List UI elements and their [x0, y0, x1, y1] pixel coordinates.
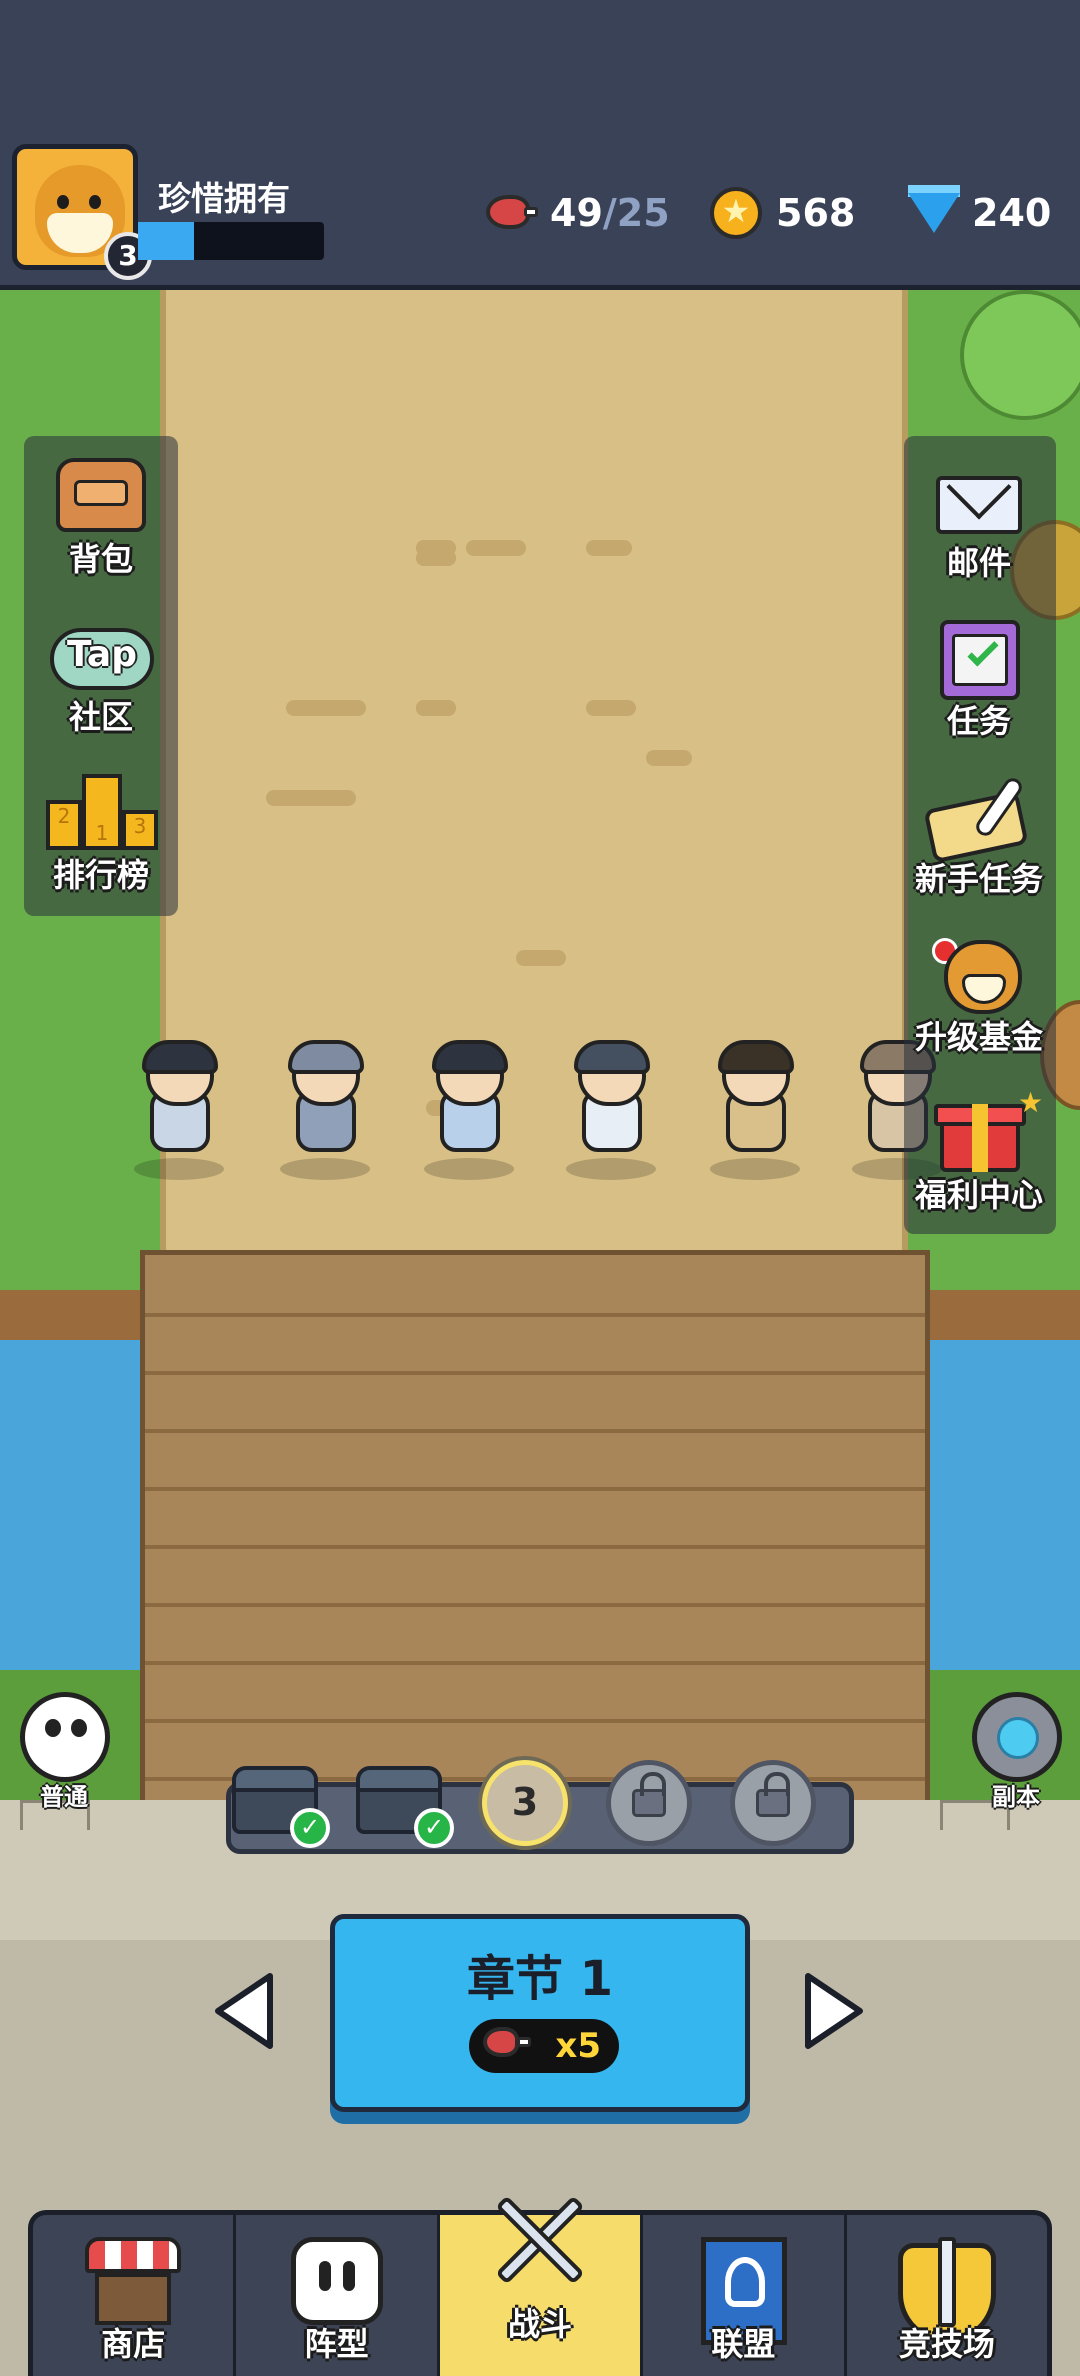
coin-amount: 568	[776, 191, 856, 235]
beginner-task-label: 新手任务	[914, 860, 1043, 898]
wooden-bridge	[140, 1250, 930, 1830]
nav-tab-shop[interactable]: 商店	[33, 2215, 237, 2376]
community-button[interactable]: Tap 社区	[26, 594, 176, 744]
scroll-quill-icon	[904, 760, 1054, 864]
meat-icon	[483, 2027, 519, 2057]
bottom-navigation: 商店 阵型 战斗 联盟 竞技场	[28, 2195, 1052, 2376]
player-name: 珍惜拥有	[158, 179, 290, 218]
hero-swordsman[interactable]	[120, 1040, 240, 1180]
lock-icon	[632, 1772, 666, 1817]
upgrade-fund-label: 升级基金	[914, 1018, 1043, 1056]
road-mark	[586, 700, 636, 716]
nav-tab-arena[interactable]: 竞技场	[847, 2215, 1047, 2376]
nav-label-formation: 阵型	[304, 2325, 369, 2363]
top-header: 3 珍惜拥有 49 /25 ★ 568 240	[0, 0, 1080, 290]
stamina-counter[interactable]: 49 /25	[482, 180, 670, 246]
gift-box-icon: ★	[904, 1076, 1054, 1172]
checkmark-icon: ✓	[414, 1808, 454, 1848]
mail-icon	[904, 444, 1054, 540]
chapter-start-button[interactable]: 章节 1 x5	[330, 1914, 750, 2112]
task-clipboard-icon	[904, 602, 1054, 700]
stone-portal-icon	[972, 1692, 1062, 1782]
hero-gunner[interactable]	[696, 1040, 816, 1180]
chapter-title: 章节 1	[466, 1951, 614, 2007]
checkmark-icon: ✓	[290, 1808, 330, 1848]
player-xp-fill	[138, 222, 194, 260]
leaderboard-button[interactable]: 2 1 3 排行榜	[26, 752, 176, 902]
next-chapter-arrow-icon[interactable]	[802, 1970, 866, 2052]
stamina-max: /25	[602, 191, 670, 235]
gem-amount: 240	[972, 191, 1052, 235]
tap-community-icon: Tap	[26, 598, 176, 694]
mail-label: 邮件	[946, 544, 1011, 582]
beginner-task-button[interactable]: 新手任务	[904, 756, 1054, 906]
leaderboard-label: 排行榜	[52, 856, 149, 894]
hero-shield-guard[interactable]	[410, 1040, 530, 1180]
normal-mode-button[interactable]: 普通	[14, 1692, 114, 1812]
task-button[interactable]: 任务	[904, 598, 1054, 748]
backpack-icon	[26, 440, 176, 536]
welfare-center-label: 福利中心	[914, 1176, 1043, 1214]
gem-counter[interactable]: 240	[904, 180, 1051, 246]
nav-label-arena: 竞技场	[898, 2325, 995, 2363]
task-label: 任务	[946, 702, 1011, 740]
hero-mage[interactable]	[552, 1040, 672, 1180]
stamina-current: 49	[550, 191, 603, 235]
shop-icon	[85, 2237, 182, 2327]
nav-tab-battle[interactable]: 战斗	[439, 2195, 644, 2376]
normal-mode-label: 普通	[40, 1783, 88, 1811]
stage-node-locked[interactable]	[606, 1760, 692, 1846]
nav-label-battle: 战斗	[508, 2305, 573, 2343]
nav-tab-formation[interactable]: 阵型	[236, 2215, 440, 2376]
road-mark	[286, 700, 366, 716]
coin-icon: ★	[708, 185, 764, 241]
avatar-eye-right	[89, 195, 101, 209]
coin-counter[interactable]: ★ 568	[708, 180, 855, 246]
tree-icon	[960, 290, 1080, 420]
road-mark	[646, 750, 692, 766]
player-xp-bar	[138, 222, 324, 260]
stage-chest-1[interactable]: ✓	[232, 1766, 330, 1848]
road-mark	[416, 550, 456, 566]
lion-fund-icon	[904, 918, 1054, 1014]
welfare-center-button[interactable]: ★ 福利中心	[904, 1072, 1054, 1222]
crossed-swords-icon	[480, 2185, 600, 2295]
community-label: 社区	[68, 698, 133, 736]
mail-button[interactable]: 邮件	[904, 440, 1054, 590]
road-mark	[266, 790, 356, 806]
road-mark	[466, 540, 506, 556]
diamond-icon	[904, 185, 960, 241]
avatar-eye-left	[57, 195, 69, 209]
road-mark	[586, 540, 632, 556]
formation-icon	[289, 2237, 385, 2327]
stage-node-current[interactable]: 3	[482, 1760, 568, 1846]
leaderboard-icon: 2 1 3	[26, 756, 176, 852]
dungeon-button[interactable]: 副本	[966, 1692, 1066, 1812]
road-mark	[416, 700, 456, 716]
chapter-cost-amount: x5	[555, 2026, 601, 2066]
dungeon-label: 副本	[992, 1783, 1040, 1811]
lock-icon	[756, 1772, 790, 1817]
nav-tab-alliance[interactable]: 联盟	[643, 2215, 847, 2376]
stage-chest-2[interactable]: ✓	[356, 1766, 454, 1848]
stage-node-locked[interactable]	[730, 1760, 816, 1846]
road-mark	[516, 950, 566, 966]
hero-hammer-knight[interactable]	[266, 1040, 386, 1180]
meat-icon	[482, 185, 538, 241]
backpack-label: 背包	[68, 540, 133, 578]
upgrade-fund-button[interactable]: 升级基金	[904, 914, 1054, 1064]
nav-label-shop: 商店	[101, 2325, 166, 2363]
nav-label-alliance: 联盟	[711, 2325, 776, 2363]
skull-icon	[20, 1692, 110, 1782]
chapter-stamina-cost: x5	[469, 2019, 619, 2073]
previous-chapter-arrow-icon[interactable]	[212, 1970, 276, 2052]
backpack-button[interactable]: 背包	[26, 436, 176, 586]
